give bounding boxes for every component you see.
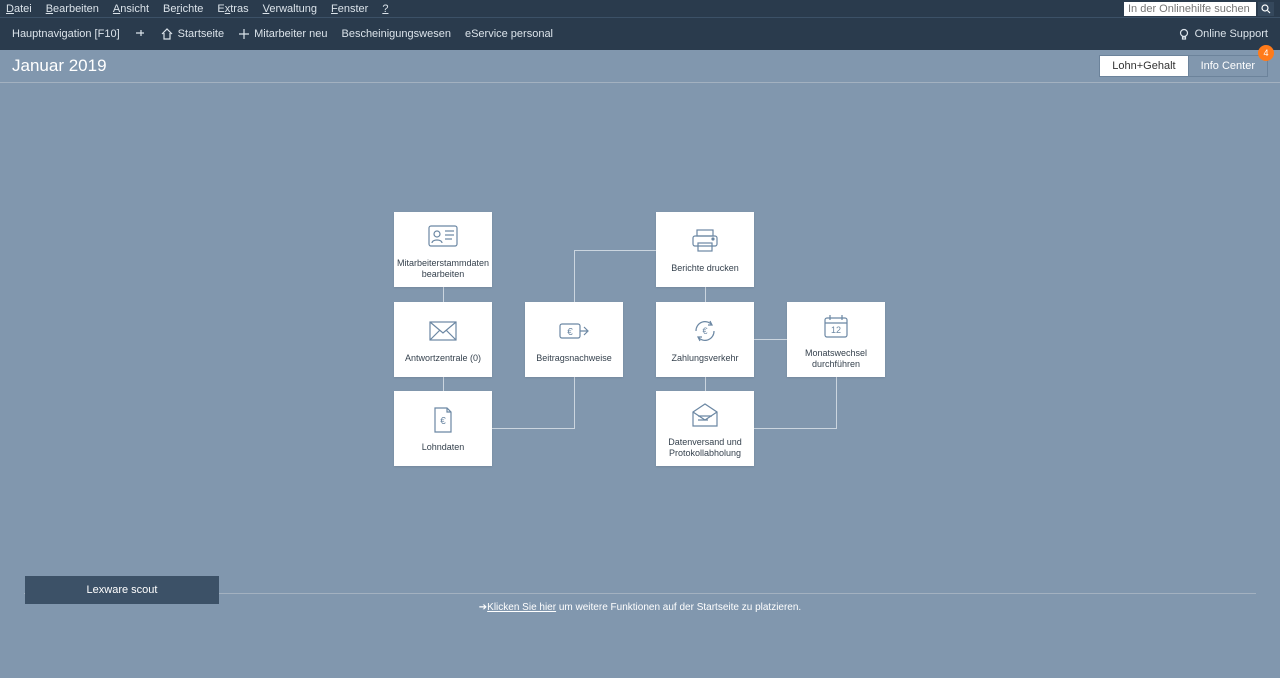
online-support-label: Online Support — [1195, 28, 1268, 40]
new-employee-button[interactable]: Mitarbeiter neu — [238, 28, 327, 40]
search-button[interactable] — [1258, 2, 1274, 16]
online-support-button[interactable]: Online Support — [1177, 27, 1268, 41]
connector — [443, 377, 444, 391]
menu-help[interactable]: ? — [382, 3, 388, 15]
card-month-end[interactable]: 12 Monatswechsel durchführen — [787, 302, 885, 377]
menu-berichte[interactable]: Berichte — [163, 3, 203, 15]
card-label: Zahlungsverkehr — [671, 353, 738, 363]
card-print-reports[interactable]: Berichte drucken — [656, 212, 754, 287]
connector — [574, 377, 575, 429]
euro-document-icon: € — [427, 404, 459, 436]
tab-lohn-gehalt[interactable]: Lohn+Gehalt — [1099, 55, 1188, 77]
envelope-open-icon — [689, 399, 721, 431]
card-label: Lohndaten — [422, 442, 465, 452]
workflow-area: Mitarbeiterstammdaten bearbeiten Bericht… — [0, 83, 1280, 628]
info-center-badge: 4 — [1258, 45, 1274, 61]
lexware-scout-button[interactable]: Lexware scout — [25, 576, 219, 604]
svg-text:€: € — [702, 326, 707, 336]
card-employee-master-data[interactable]: Mitarbeiterstammdaten bearbeiten — [394, 212, 492, 287]
arrow-icon: ➔ — [479, 602, 487, 613]
connector — [754, 339, 787, 340]
card-label: Monatswechsel durchführen — [791, 348, 881, 369]
pin-icon[interactable] — [134, 27, 146, 42]
menu-datei[interactable]: Datei — [6, 3, 32, 15]
tab-bar: Lohn+Gehalt Info Center 4 — [1100, 55, 1268, 77]
eservice-link[interactable]: eService personal — [465, 28, 553, 40]
footer-rest: um weitere Funktionen auf der Startseite… — [556, 602, 801, 613]
menu-fenster[interactable]: Fenster — [331, 3, 368, 15]
menu-extras[interactable]: Extras — [217, 3, 248, 15]
card-data-transfer[interactable]: Datenversand und Protokollabholung — [656, 391, 754, 466]
connector — [705, 287, 706, 302]
menu-verwaltung[interactable]: Verwaltung — [263, 3, 317, 15]
new-employee-label: Mitarbeiter neu — [254, 28, 327, 40]
connector — [705, 377, 706, 391]
envelope-icon — [427, 315, 459, 347]
search-input[interactable] — [1124, 2, 1256, 16]
svg-text:€: € — [440, 416, 446, 427]
footer-link[interactable]: Klicken Sie hier — [487, 602, 556, 613]
euro-refresh-icon: € — [689, 315, 721, 347]
connector — [492, 428, 574, 429]
printer-icon — [689, 225, 721, 257]
menu-ansicht[interactable]: Ansicht — [113, 3, 149, 15]
menu-bar: Datei Bearbeiten Ansicht Berichte Extras… — [0, 0, 1280, 17]
calendar-icon: 12 — [820, 310, 852, 342]
page-title: Januar 2019 — [12, 56, 107, 76]
card-contribution-statements[interactable]: € Beitragsnachweise — [525, 302, 623, 377]
menu-bearbeiten[interactable]: Bearbeiten — [46, 3, 99, 15]
card-label: Datenversand und Protokollabholung — [660, 437, 750, 458]
connector — [574, 250, 575, 302]
toolbar: Hauptnavigation [F10] Startseite Mitarbe… — [0, 17, 1280, 50]
connector — [754, 428, 836, 429]
connector — [574, 250, 656, 251]
card-wage-data[interactable]: € Lohndaten — [394, 391, 492, 466]
card-label: Beitragsnachweise — [536, 353, 612, 363]
home-label: Startseite — [178, 28, 224, 40]
card-label: Berichte drucken — [671, 263, 739, 273]
connector — [443, 287, 444, 302]
tab-info-center[interactable]: Info Center — [1188, 55, 1268, 77]
svg-text:12: 12 — [831, 325, 841, 335]
euro-send-icon: € — [558, 315, 590, 347]
svg-text:€: € — [567, 327, 573, 338]
main-navigation-toggle[interactable]: Hauptnavigation [F10] — [12, 28, 120, 40]
page-header: Januar 2019 Lohn+Gehalt Info Center 4 — [0, 50, 1280, 83]
cert-link[interactable]: Bescheinigungswesen — [341, 28, 450, 40]
plus-icon — [238, 28, 250, 40]
card-payment[interactable]: € Zahlungsverkehr — [656, 302, 754, 377]
id-card-icon — [427, 220, 459, 252]
card-label: Antwortzentrale (0) — [405, 353, 481, 363]
home-icon — [160, 27, 174, 41]
search-icon — [1261, 4, 1271, 14]
card-label: Mitarbeiterstammdaten bearbeiten — [397, 258, 489, 279]
card-response-center[interactable]: Antwortzentrale (0) — [394, 302, 492, 377]
bulb-icon — [1177, 27, 1191, 41]
connector — [836, 377, 837, 429]
home-button[interactable]: Startseite — [160, 27, 224, 41]
